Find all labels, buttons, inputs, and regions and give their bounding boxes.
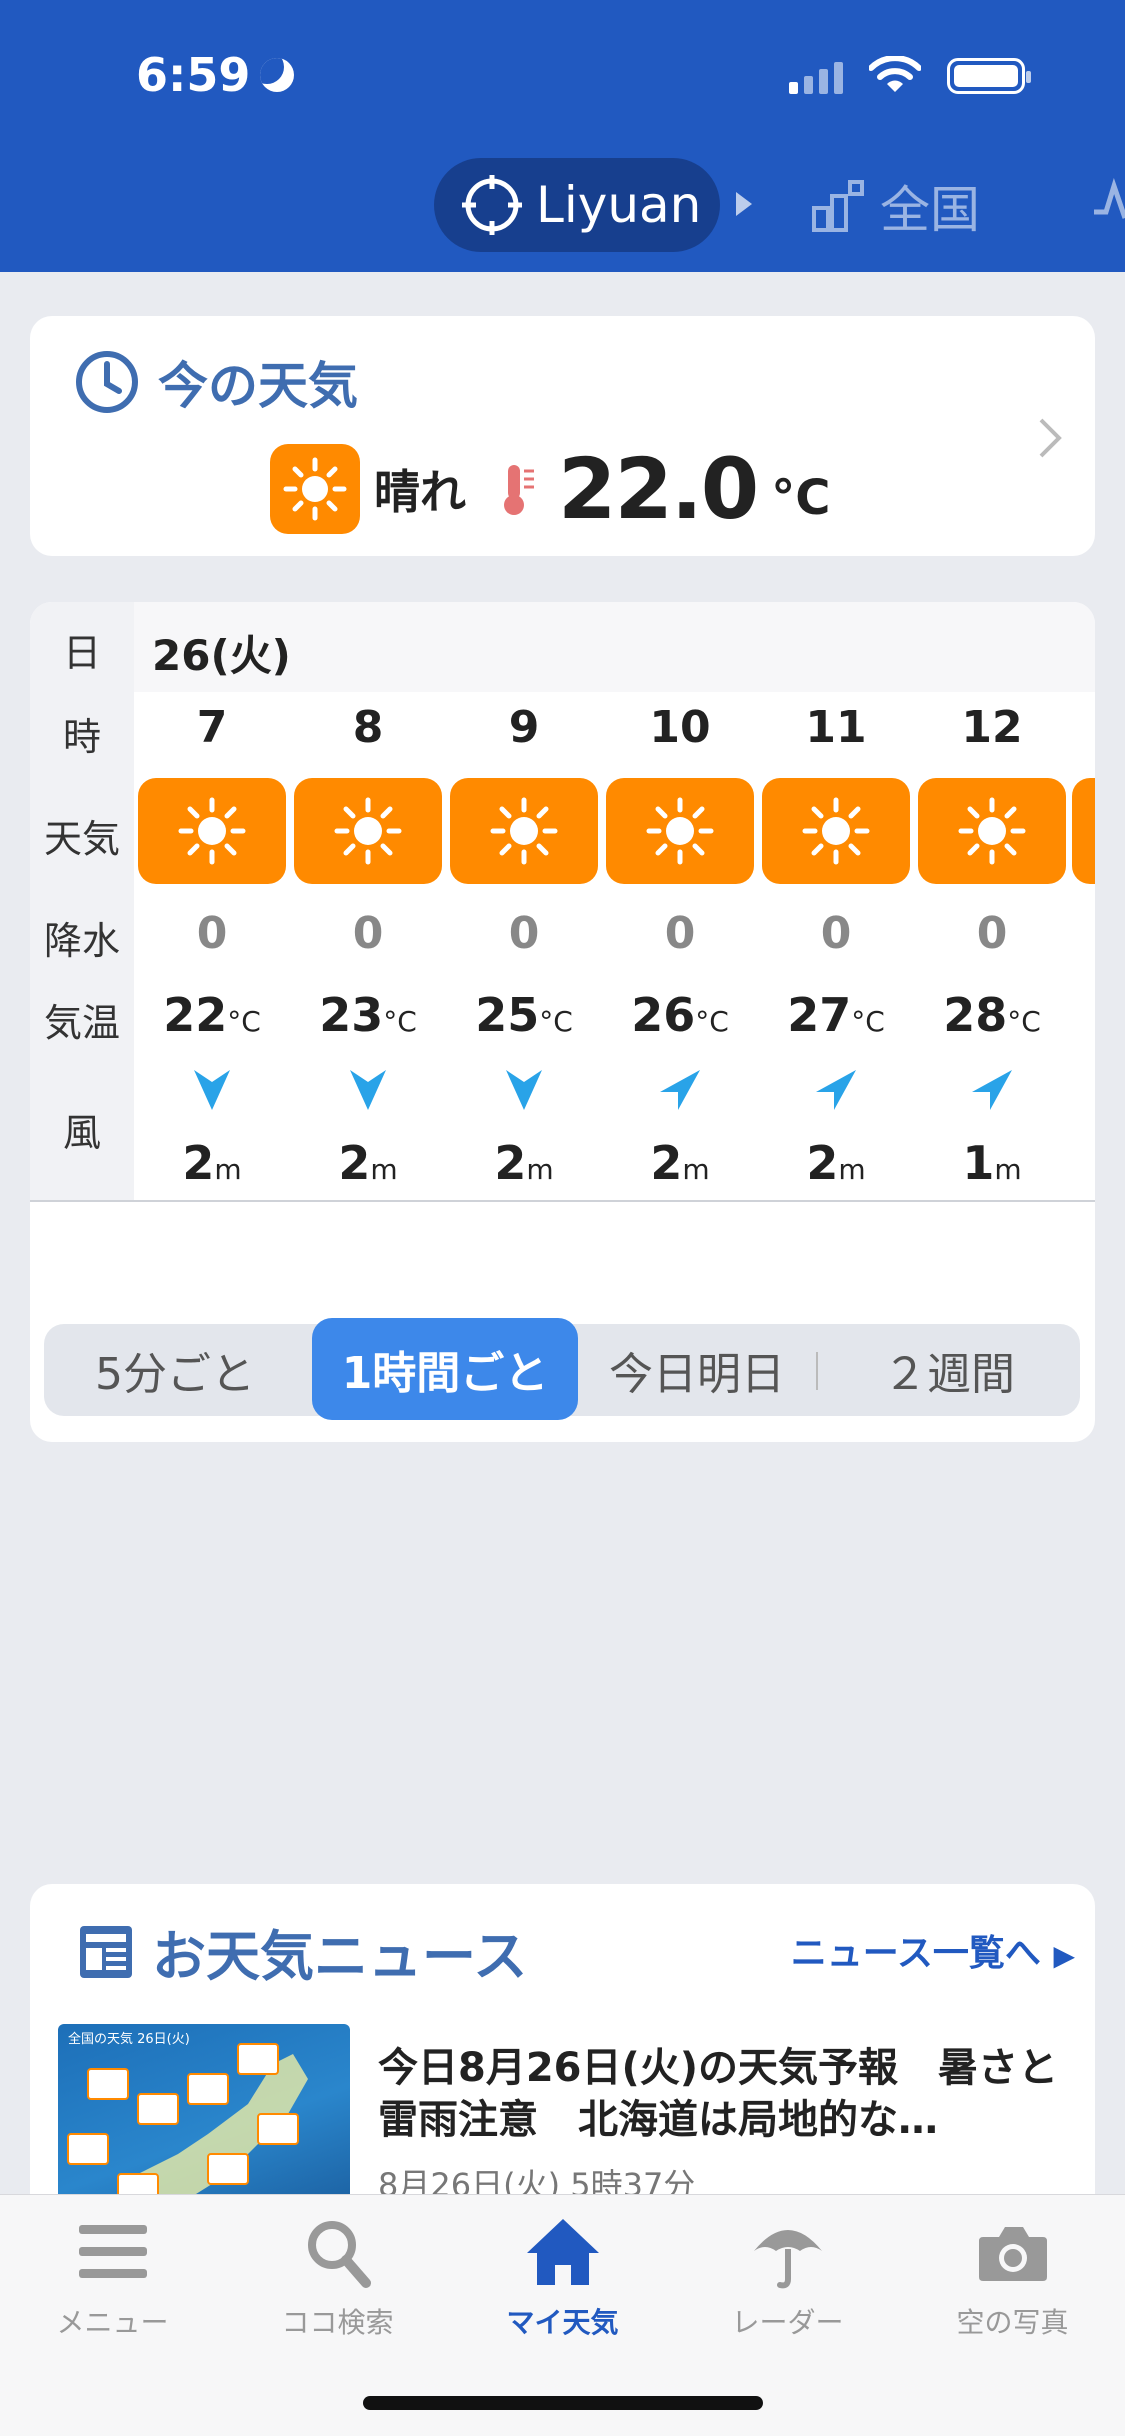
current-weather-text: 晴れ bbox=[374, 465, 466, 519]
news-title: お天気ニュース bbox=[76, 1912, 527, 1991]
moon-icon bbox=[260, 58, 295, 92]
umbrella-icon bbox=[753, 2230, 822, 2289]
temperature-value: 22°C bbox=[163, 988, 261, 1042]
precipitation-value: 0 bbox=[508, 908, 540, 959]
hour-label: 10 bbox=[649, 702, 711, 753]
precipitation-value: 0 bbox=[976, 908, 1008, 959]
wind-direction-icon bbox=[446, 1066, 602, 1118]
news-thumbnail-title: 全国の天気 26日(火) bbox=[68, 2032, 190, 2047]
sun-icon bbox=[294, 778, 442, 884]
temperature-value: 23°C bbox=[319, 988, 417, 1042]
hour-label: 11 bbox=[805, 702, 867, 753]
tab-radar[interactable]: レーダー bbox=[675, 2215, 900, 2341]
weather-cell bbox=[914, 778, 1070, 884]
news-list-link[interactable]: ニュース一覧へ ▶ bbox=[791, 1924, 1075, 1976]
thermometer-icon bbox=[504, 465, 534, 515]
label-rain: 降水 bbox=[43, 919, 120, 963]
wind-direction-icon bbox=[602, 1066, 758, 1118]
wind-speed-value: 2m bbox=[338, 1136, 398, 1190]
label-hour: 時 bbox=[62, 715, 101, 759]
label-weather: 天気 bbox=[43, 817, 120, 861]
precipitation-value: 0 bbox=[664, 908, 696, 959]
newspaper-icon bbox=[80, 1925, 132, 1978]
current-weather-summary: 晴れ 22.0 °C bbox=[270, 440, 831, 538]
segment-5min[interactable]: 5分ごと bbox=[44, 1324, 306, 1416]
home-icon bbox=[526, 2219, 599, 2285]
weather-cell bbox=[758, 778, 914, 884]
temperature-value: 26°C bbox=[631, 988, 729, 1042]
camera-icon bbox=[978, 2227, 1047, 2281]
tab-my-weather[interactable]: マイ天気 bbox=[450, 2215, 675, 2341]
interval-segmented-control[interactable]: 5分ごと 1時間ごと 今日明日 ２週間 bbox=[44, 1318, 1080, 1420]
wind-direction-icon bbox=[758, 1066, 914, 1118]
building-icon bbox=[812, 180, 864, 232]
triangle-right-icon: ▶ bbox=[1053, 1939, 1075, 1972]
tab-search[interactable]: ココ検索 bbox=[225, 2215, 450, 2341]
label-wind: 風 bbox=[62, 1111, 101, 1155]
forecast-date: 26(火) bbox=[152, 631, 291, 680]
search-icon bbox=[307, 2221, 371, 2288]
wind-speed-value: 2m bbox=[182, 1136, 242, 1190]
hour-label: 7 bbox=[196, 702, 228, 753]
tab-sky-photos[interactable]: 空の写真 bbox=[900, 2215, 1125, 2341]
sun-icon bbox=[270, 444, 360, 534]
current-weather-title: 今の天気 bbox=[74, 346, 358, 418]
weather-cell bbox=[602, 778, 758, 884]
temperature-value: 27°C bbox=[787, 988, 885, 1042]
nation-tab[interactable]: 全国 bbox=[810, 170, 980, 242]
wind-speed-value: 2m bbox=[494, 1136, 554, 1190]
play-arrow-icon bbox=[736, 192, 752, 216]
status-time: 6:59 bbox=[136, 48, 295, 102]
wind-speed-value: 2m bbox=[650, 1136, 710, 1190]
chevron-right-icon bbox=[1039, 418, 1062, 458]
segment-1hour[interactable]: 1時間ごと bbox=[312, 1318, 578, 1420]
segment-today-tomorrow[interactable]: 今日明日 bbox=[578, 1324, 816, 1416]
wind-speed-value: 2m bbox=[806, 1136, 866, 1190]
wind-direction-icon bbox=[290, 1066, 446, 1118]
sun-icon bbox=[606, 778, 754, 884]
sun-icon bbox=[762, 778, 910, 884]
segment-2weeks[interactable]: ２週間 bbox=[818, 1324, 1080, 1416]
home-indicator bbox=[363, 2396, 763, 2410]
menu-icon bbox=[78, 2225, 147, 2278]
weather-cell bbox=[446, 778, 602, 884]
wind-direction-icon bbox=[914, 1066, 1070, 1118]
label-date: 日 bbox=[62, 631, 101, 675]
temperature-value: 25°C bbox=[475, 988, 573, 1042]
temperature-unit: °C bbox=[771, 470, 831, 526]
tab-menu[interactable]: メニュー bbox=[0, 2215, 225, 2341]
weather-cell-partial bbox=[1072, 778, 1095, 884]
hour-label: 12 bbox=[961, 702, 1023, 753]
current-weather-card[interactable]: 今の天気 晴れ 22.0 °C bbox=[30, 316, 1095, 556]
row-labels: 日 時 天気 降水 気温 風 bbox=[30, 602, 134, 1202]
label-temp: 気温 bbox=[43, 1001, 120, 1045]
sun-icon bbox=[450, 778, 598, 884]
battery-icon bbox=[947, 58, 1031, 94]
hour-label: 8 bbox=[352, 702, 384, 753]
precipitation-value: 0 bbox=[820, 908, 852, 959]
wifi-icon bbox=[869, 56, 921, 92]
precipitation-value: 0 bbox=[196, 908, 228, 959]
temperature-value: 28°C bbox=[943, 988, 1041, 1042]
location-target-icon bbox=[462, 175, 522, 235]
signal-icon bbox=[789, 60, 843, 94]
sun-icon bbox=[138, 778, 286, 884]
hour-label: 9 bbox=[508, 702, 540, 753]
clock-icon bbox=[76, 351, 138, 413]
hourly-forecast-card: 日 時 天気 降水 気温 風 26(火) 7 0 22°C 2m 8 0 23°C 2m 9 0 2… bbox=[30, 602, 1095, 1442]
location-tab[interactable]: Liyuan bbox=[434, 158, 720, 252]
location-name: Liyuan bbox=[536, 176, 702, 234]
divider bbox=[30, 1200, 1095, 1202]
news-headline[interactable]: 今日8月26日(火)の天気予報 暑さと雷雨注意 北海道は局地的な… bbox=[378, 2042, 1068, 2146]
status-icons bbox=[789, 56, 1031, 94]
wind-speed-value: 1m bbox=[962, 1136, 1022, 1190]
sun-icon bbox=[918, 778, 1066, 884]
app-header: 6:59 Liyuan 全国 bbox=[0, 0, 1125, 272]
wind-direction-icon bbox=[134, 1066, 290, 1118]
precipitation-value: 0 bbox=[352, 908, 384, 959]
current-temperature: 22.0 bbox=[558, 440, 759, 538]
weather-cell bbox=[290, 778, 446, 884]
graph-icon[interactable] bbox=[1094, 178, 1125, 228]
weather-cell bbox=[134, 778, 290, 884]
